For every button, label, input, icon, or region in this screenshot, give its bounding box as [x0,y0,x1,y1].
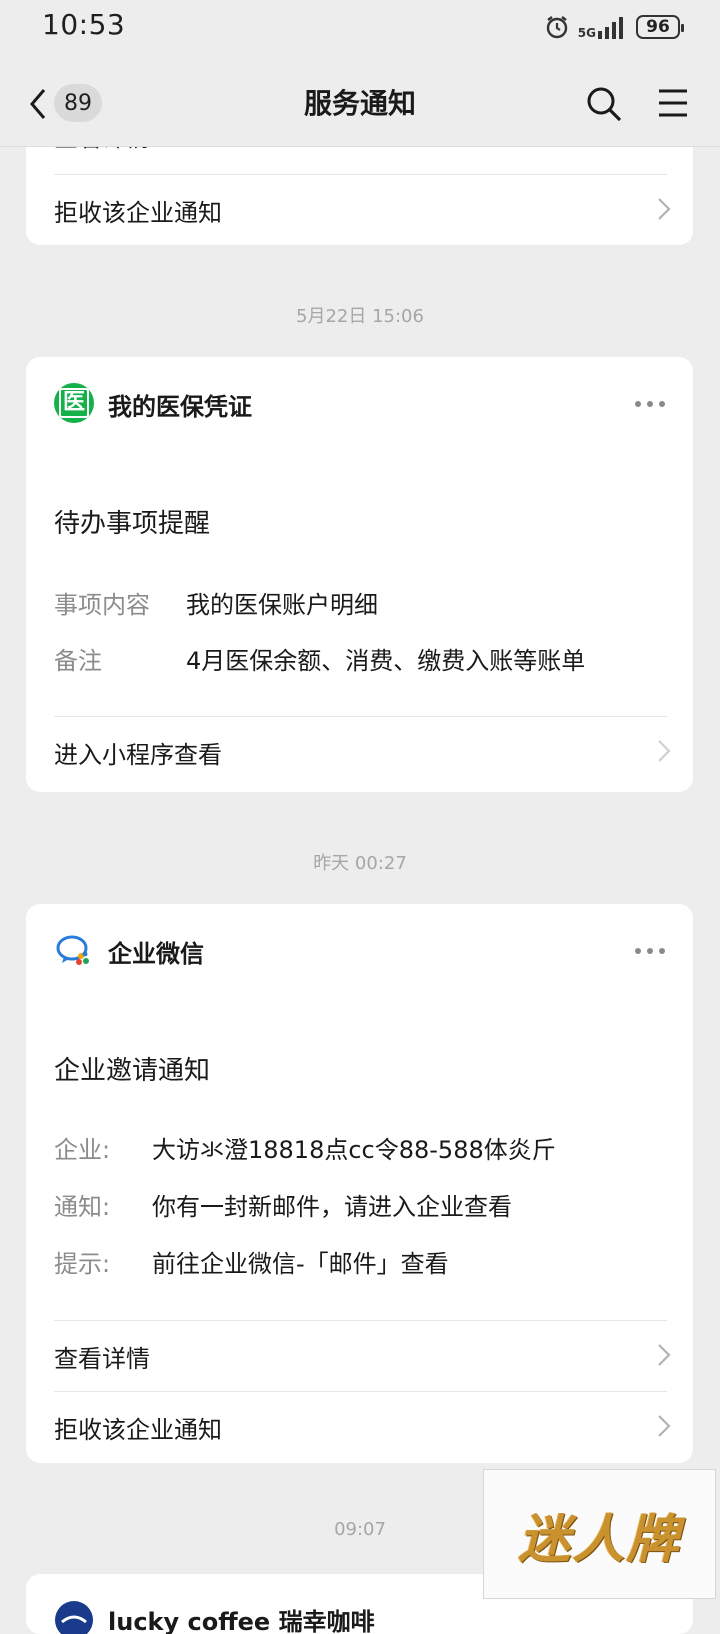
view-details-row[interactable]: 查看详情 [26,1321,693,1391]
app-name[interactable]: lucky coffee 瑞幸咖啡 [108,1602,375,1634]
chevron-right-icon [658,740,671,762]
status-indicators: 5G 96 [544,12,684,42]
luckin-coffee-icon [55,1601,93,1634]
message-title: 企业邀请通知 [54,1056,211,1086]
medical-icon-glyph: 医 [59,388,89,418]
more-options-icon[interactable] [635,401,665,407]
menu-icon[interactable] [656,86,690,120]
battery-icon: 96 [636,15,684,39]
reject-notifications-label: 拒收该企业通知 [54,198,222,227]
chevron-right-icon [658,1415,671,1437]
search-icon[interactable] [584,84,624,124]
wecom-icon [56,935,89,965]
field-value: 大访氺澄18818点cc令88-588体炎斤 [152,1136,556,1164]
alarm-icon [546,16,567,39]
battery-level: 96 [646,17,670,37]
reject-notifications-row[interactable]: 拒收该企业通知 [26,1392,693,1462]
medical-insurance-icon: 医 [54,383,94,423]
watermark-logo: 迷人牌 [483,1469,716,1599]
reject-notifications-label: 拒收该企业通知 [54,1415,222,1444]
field-key: 备注 [54,647,102,675]
view-details-label: 查看详情 [54,1344,150,1373]
notification-card-wecom: 企业微信 企业邀请通知 企业: 大访氺澄18818点cc令88-588体炎斤 通… [26,904,693,1463]
more-options-icon[interactable] [635,948,665,954]
field-key: 企业: [54,1136,111,1164]
app-name[interactable]: 企业微信 [108,934,204,969]
chevron-right-icon [658,198,671,220]
navigation-bar: 89 服务通知 [0,60,720,147]
timestamp-separator: 昨天 00:27 [313,853,407,874]
app-name[interactable]: 我的医保凭证 [108,387,252,422]
status-time: 10:53 [42,8,126,41]
field-key: 事项内容 [54,591,150,619]
field-value: 4月医保余额、消费、缴费入账等账单 [186,647,586,675]
field-value: 你有一封新邮件，请进入企业查看 [152,1193,512,1221]
open-mini-program-row[interactable]: 进入小程序查看 [26,717,693,787]
field-value: 前往企业微信-「邮件」查看 [152,1250,449,1278]
message-title: 待办事项提醒 [54,509,211,539]
open-mini-program-label: 进入小程序查看 [54,740,222,769]
timestamp-separator: 5月22日 15:06 [296,306,424,327]
signal-icon: 5G [578,15,628,39]
network-type: 5G [577,26,596,40]
notification-card-medical: 医 我的医保凭证 待办事项提醒 事项内容 我的医保账户明细 备注 4月医保余额、… [26,357,693,792]
chevron-right-icon [658,1344,671,1366]
field-key: 提示: [54,1250,111,1278]
reject-notifications-row[interactable]: 拒收该企业通知 [26,175,693,245]
field-value: 我的医保账户明细 [186,591,378,619]
field-key: 通知: [54,1193,111,1221]
